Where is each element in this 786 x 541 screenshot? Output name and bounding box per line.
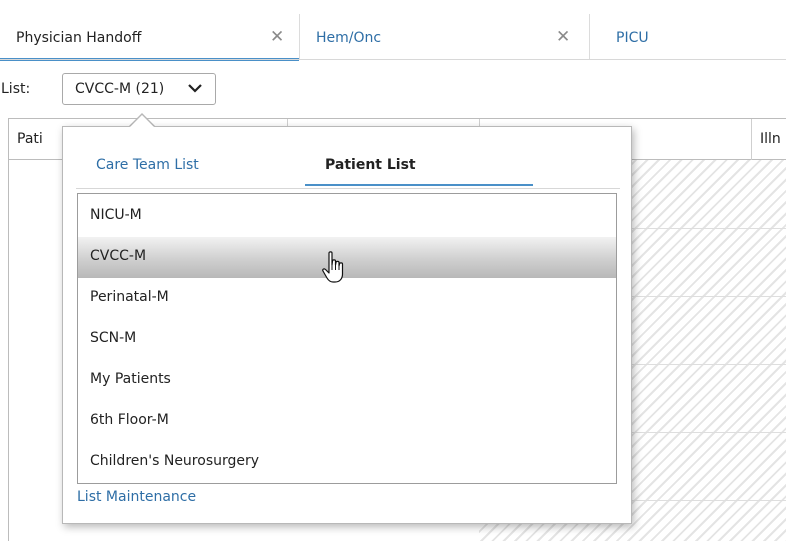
list-item-label: Perinatal-M: [90, 289, 169, 305]
tab-physician-handoff[interactable]: Physician Handoff ✕: [0, 14, 300, 61]
list-label: List:: [1, 81, 31, 97]
list-item-nicu-m[interactable]: NICU-M: [78, 196, 616, 237]
tab-picu[interactable]: PICU: [590, 14, 786, 60]
tab-patient-list[interactable]: Patient List: [325, 157, 416, 173]
list-item-label: My Patients: [90, 371, 171, 387]
popup-tab-divider: [76, 188, 620, 189]
list-item-childrens-neurosurgery[interactable]: Children's Neurosurgery: [78, 442, 616, 483]
popup-caret-inner: [129, 115, 155, 128]
column-divider: [751, 119, 752, 161]
list-item-scn-m[interactable]: SCN-M: [78, 319, 616, 360]
close-icon[interactable]: ✕: [270, 27, 284, 47]
list-maintenance-link[interactable]: List Maintenance: [77, 489, 196, 505]
list-item-label: NICU-M: [90, 207, 142, 223]
list-item-label: SCN-M: [90, 330, 137, 346]
tab-bar-divider: [0, 59, 786, 60]
tab-bar: Physician Handoff ✕ Hem/Onc ✕ PICU: [0, 0, 786, 61]
active-tab-indicator: [305, 184, 533, 186]
patient-list-box: NICU-M CVCC-M Perinatal-M SCN-M My Patie…: [77, 193, 617, 484]
tab-hem-onc[interactable]: Hem/Onc ✕: [300, 14, 590, 60]
tab-care-team-list[interactable]: Care Team List: [96, 157, 199, 173]
list-item-label: 6th Floor-M: [90, 412, 169, 428]
tab-label: Hem/Onc: [316, 30, 382, 46]
column-header-patient[interactable]: Pati: [17, 131, 43, 147]
chevron-down-icon: [187, 80, 203, 100]
list-item-label: CVCC-M: [90, 248, 147, 264]
close-icon[interactable]: ✕: [556, 27, 570, 47]
list-dropdown[interactable]: CVCC-M (21): [62, 73, 216, 105]
list-popup: Care Team List Patient List NICU-M CVCC-…: [62, 126, 632, 524]
column-header-illness[interactable]: Illn: [760, 131, 781, 147]
tab-label: Physician Handoff: [16, 30, 142, 46]
list-item-label: Children's Neurosurgery: [90, 453, 260, 469]
list-dropdown-value: CVCC-M (21): [75, 81, 165, 97]
hand-pointer-icon: [320, 250, 354, 288]
list-item-my-patients[interactable]: My Patients: [78, 360, 616, 401]
tab-label: PICU: [616, 30, 649, 46]
list-item-6th-floor-m[interactable]: 6th Floor-M: [78, 401, 616, 442]
